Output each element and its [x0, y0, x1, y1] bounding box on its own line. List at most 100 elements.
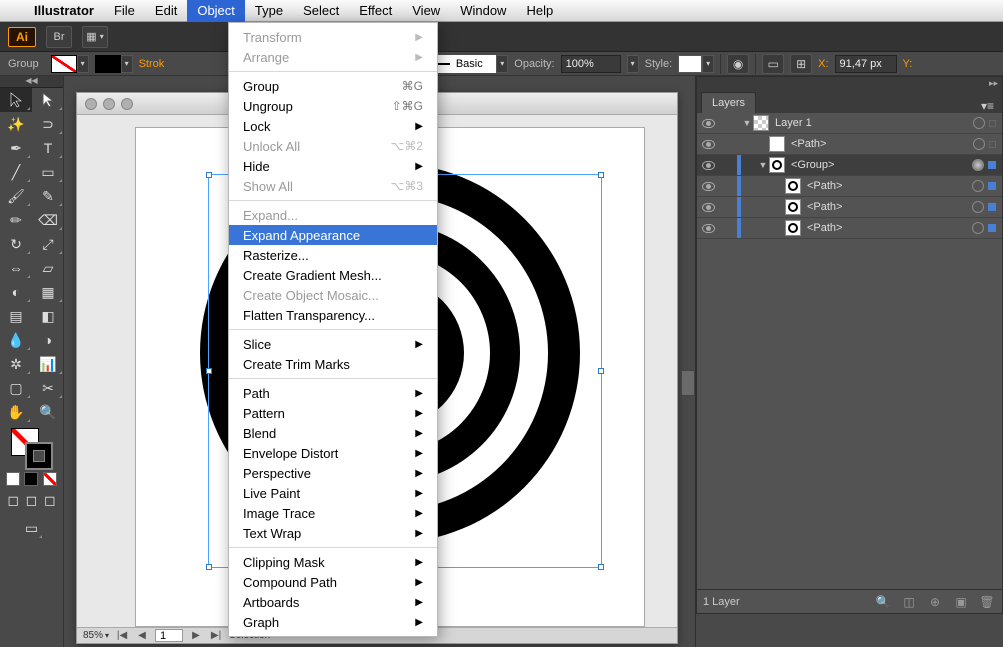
window-minimize-icon[interactable] [103, 98, 115, 110]
layer-row[interactable]: <Path> [697, 134, 1002, 155]
perspective-grid-tool[interactable]: ▦ [32, 280, 64, 304]
panel-collapse-icon[interactable]: ▸▸ [989, 78, 998, 89]
artboard-last-icon[interactable]: ▶| [209, 630, 223, 641]
menu-item-slice[interactable]: Slice▶ [229, 334, 437, 354]
pencil-tool[interactable]: ✎ [32, 184, 64, 208]
blob-brush-tool[interactable]: ✏ [0, 208, 32, 232]
visibility-toggle[interactable] [697, 203, 719, 212]
color-mode-gradient[interactable] [24, 472, 38, 486]
layers-tab[interactable]: Layers [701, 92, 756, 113]
selection-indicator[interactable] [988, 182, 996, 190]
layer-row[interactable]: <Path> [697, 197, 1002, 218]
menu-type[interactable]: Type [245, 0, 293, 22]
menu-help[interactable]: Help [516, 0, 563, 22]
window-close-icon[interactable] [85, 98, 97, 110]
menu-item-clipping-mask[interactable]: Clipping Mask▶ [229, 552, 437, 572]
y-label[interactable]: Y: [903, 58, 913, 70]
opacity-caret[interactable]: ▾ [627, 55, 639, 73]
make-clipping-mask-icon[interactable]: ◫ [900, 594, 918, 610]
column-graph-tool[interactable]: 📊 [32, 352, 64, 376]
fill-stroke-indicator[interactable] [0, 424, 63, 470]
layer-name[interactable]: Layer 1 [775, 117, 973, 129]
lasso-tool[interactable]: ⊃ [32, 112, 64, 136]
selection-tool[interactable] [0, 88, 32, 112]
menu-item-flatten-transparency[interactable]: Flatten Transparency... [229, 305, 437, 325]
locate-object-icon[interactable]: 🔍 [874, 594, 892, 610]
menu-item-ungroup[interactable]: Ungroup⇧⌘G [229, 96, 437, 116]
menu-view[interactable]: View [402, 0, 450, 22]
menu-item-hide[interactable]: Hide▶ [229, 156, 437, 176]
menu-item-live-paint[interactable]: Live Paint▶ [229, 483, 437, 503]
draw-behind-icon[interactable]: ◻ [22, 490, 40, 510]
menu-effect[interactable]: Effect [349, 0, 402, 22]
menu-edit[interactable]: Edit [145, 0, 187, 22]
scale-tool[interactable]: ⤢ [32, 232, 64, 256]
symbol-sprayer-tool[interactable]: ✲ [0, 352, 32, 376]
width-tool[interactable]: ⇔ [0, 256, 32, 280]
layer-name[interactable]: <Path> [807, 201, 972, 213]
target-icon[interactable] [972, 180, 984, 192]
gradient-tool[interactable]: ◧ [32, 304, 64, 328]
eyedropper-tool[interactable]: 💧 [0, 328, 32, 352]
target-icon[interactable] [972, 222, 984, 234]
eraser-tool[interactable]: ⌫ [32, 208, 64, 232]
selection-indicator[interactable] [989, 120, 996, 127]
bridge-button[interactable]: Br [46, 26, 72, 48]
disclosure-triangle-icon[interactable]: ▼ [757, 160, 769, 170]
menu-item-create-trim-marks[interactable]: Create Trim Marks [229, 354, 437, 374]
rectangle-tool[interactable]: ▭ [32, 160, 64, 184]
arrange-documents-button[interactable]: ▦ [82, 26, 108, 48]
magic-wand-tool[interactable]: ✨ [0, 112, 32, 136]
shape-builder-tool[interactable]: ◐ [0, 280, 32, 304]
delete-layer-icon[interactable]: 🗑 [978, 594, 996, 610]
menu-item-text-wrap[interactable]: Text Wrap▶ [229, 523, 437, 543]
artboard-tool[interactable]: ▢ [0, 376, 32, 400]
pen-tool[interactable]: ✒ [0, 136, 32, 160]
layer-name[interactable]: <Path> [807, 180, 972, 192]
visibility-toggle[interactable] [697, 224, 719, 233]
layer-row[interactable]: ▼Layer 1 [697, 113, 1002, 134]
menu-item-create-gradient-mesh[interactable]: Create Gradient Mesh... [229, 265, 437, 285]
stroke-swatch-dropdown[interactable]: ▾ [95, 55, 133, 73]
fill-swatch-dropdown[interactable]: ▾ [51, 55, 89, 73]
menu-item-lock[interactable]: Lock▶ [229, 116, 437, 136]
selection-indicator[interactable] [989, 141, 996, 148]
window-zoom-icon[interactable] [121, 98, 133, 110]
scrollbar-thumb[interactable] [681, 370, 695, 396]
menu-item-perspective[interactable]: Perspective▶ [229, 463, 437, 483]
line-segment-tool[interactable]: ╱ [0, 160, 32, 184]
menu-item-compound-path[interactable]: Compound Path▶ [229, 572, 437, 592]
menu-item-rasterize[interactable]: Rasterize... [229, 245, 437, 265]
menu-select[interactable]: Select [293, 0, 349, 22]
type-tool[interactable]: T [32, 136, 64, 160]
x-label[interactable]: X: [818, 58, 828, 70]
artboard-next-icon[interactable]: ▶ [189, 630, 203, 641]
screen-mode-button[interactable]: ▭ [20, 516, 44, 540]
menu-item-graph[interactable]: Graph▶ [229, 612, 437, 632]
rotate-tool[interactable]: ↻ [0, 232, 32, 256]
layer-row[interactable]: <Path> [697, 218, 1002, 239]
target-icon[interactable] [972, 159, 984, 171]
new-sublayer-icon[interactable]: ⊕ [926, 594, 944, 610]
graphic-style-dropdown[interactable]: ▾ [678, 55, 714, 73]
zoom-level-dropdown[interactable]: 85%▾ [83, 630, 109, 641]
artboard-prev-icon[interactable]: ◀ [135, 630, 149, 641]
align-icon[interactable]: ▭ [762, 54, 784, 74]
stroke-indicator[interactable] [25, 442, 53, 470]
color-mode-none[interactable] [43, 472, 57, 486]
draw-normal-icon[interactable]: ◻ [4, 490, 22, 510]
selection-indicator[interactable] [988, 224, 996, 232]
app-menu[interactable]: Illustrator [24, 3, 104, 18]
panel-collapse-bar[interactable]: ▸▸ [697, 77, 1002, 89]
opacity-field[interactable] [561, 55, 621, 73]
target-icon[interactable] [972, 201, 984, 213]
mesh-tool[interactable]: ▤ [0, 304, 32, 328]
slice-tool[interactable]: ✂ [32, 376, 64, 400]
x-field[interactable] [835, 55, 897, 73]
layer-name[interactable]: <Path> [807, 222, 972, 234]
menu-window[interactable]: Window [450, 0, 516, 22]
draw-inside-icon[interactable]: ◻ [41, 490, 59, 510]
toolbox-collapse-toggle[interactable]: ◀◀ [0, 76, 63, 88]
hand-tool[interactable]: ✋ [0, 400, 32, 424]
recolor-artwork-icon[interactable]: ◉ [727, 54, 749, 74]
